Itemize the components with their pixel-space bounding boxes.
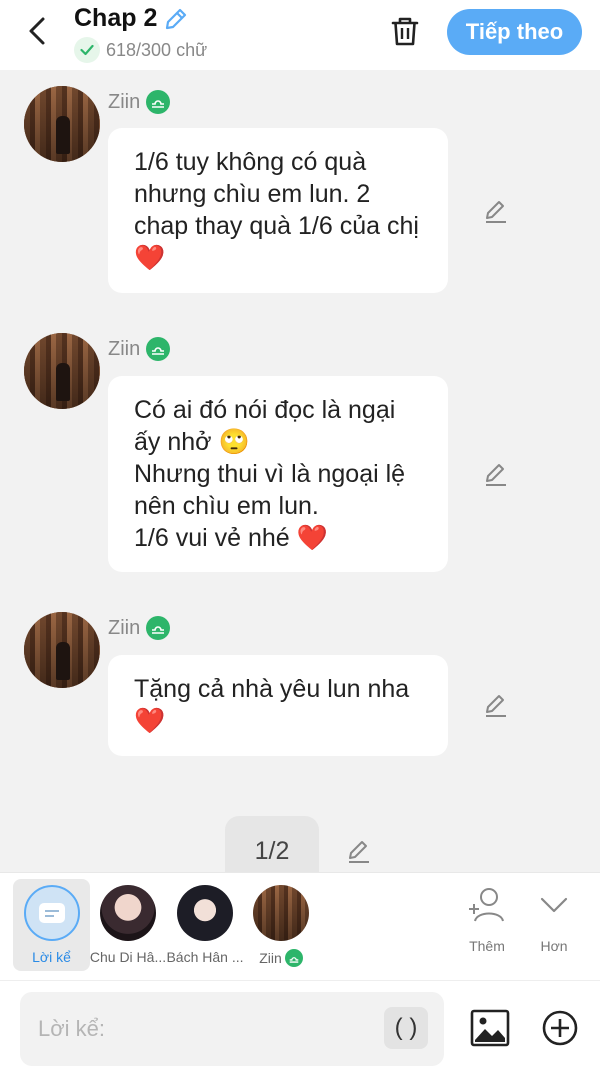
- top-bar: Chap 2 618/300 chữ Tiếp theo: [0, 0, 600, 70]
- character-bach-han[interactable]: Bách Hân ...: [165, 879, 245, 971]
- character-bar: Lời kể Chu Di Hâ... Bách Hân ... Ziin Th…: [0, 872, 600, 980]
- edit-message-icon[interactable]: [482, 691, 510, 719]
- composer-box: ( ): [20, 992, 444, 1066]
- edit-message-icon[interactable]: [482, 197, 510, 225]
- add-button[interactable]: [541, 1009, 579, 1047]
- sender-name: Ziin: [108, 90, 171, 114]
- chevron-down-icon: [540, 897, 568, 913]
- add-person-icon: [469, 888, 504, 922]
- libra-icon: [146, 90, 171, 114]
- next-button[interactable]: Tiếp theo: [447, 9, 582, 55]
- sender-name: Ziin: [108, 337, 171, 361]
- edit-title-icon[interactable]: [163, 6, 189, 32]
- avatar[interactable]: [24, 612, 100, 688]
- insert-image-button[interactable]: [470, 1008, 510, 1048]
- trash-icon: [391, 17, 419, 46]
- avatar: [177, 885, 233, 941]
- narrator-icon: [23, 885, 80, 941]
- back-button[interactable]: [22, 14, 52, 48]
- message-bubble[interactable]: Tặng cả nhà yêu lun nha ❤️: [108, 655, 448, 756]
- message-bubble[interactable]: Có ai đó nói đọc là ngại ấy nhở 🙄 Nhưng …: [108, 376, 448, 572]
- edit-message-icon[interactable]: [482, 460, 510, 488]
- composer: ( ): [0, 980, 600, 1079]
- image-icon: [470, 1009, 510, 1047]
- delete-button[interactable]: [388, 13, 422, 49]
- add-character-button[interactable]: Thêm: [457, 885, 517, 954]
- check-icon: [74, 37, 100, 63]
- edit-page-icon[interactable]: [346, 838, 374, 866]
- avatar[interactable]: [24, 86, 100, 162]
- avatar: [253, 885, 309, 941]
- sender-name: Ziin: [108, 616, 171, 640]
- message-bubble[interactable]: 1/6 tuy không có quà nhưng chìu em lun. …: [108, 128, 448, 293]
- libra-icon: [146, 337, 171, 361]
- avatar[interactable]: [24, 333, 100, 409]
- plus-circle-icon: [542, 1010, 578, 1046]
- chevron-left-icon: [29, 17, 45, 45]
- libra-icon: [284, 949, 303, 967]
- parentheses-button[interactable]: ( ): [384, 1007, 428, 1049]
- character-chu-di[interactable]: Chu Di Hâ...: [88, 879, 168, 971]
- character-ziin[interactable]: Ziin: [241, 879, 321, 971]
- more-button[interactable]: Hơn: [524, 885, 584, 954]
- word-count: 618/300 chữ: [106, 39, 208, 60]
- chapter-title: Chap 2: [74, 4, 158, 32]
- narration-input[interactable]: [38, 992, 378, 1066]
- avatar: [100, 885, 156, 941]
- character-narrator[interactable]: Lời kể: [13, 879, 90, 971]
- libra-icon: [146, 616, 171, 640]
